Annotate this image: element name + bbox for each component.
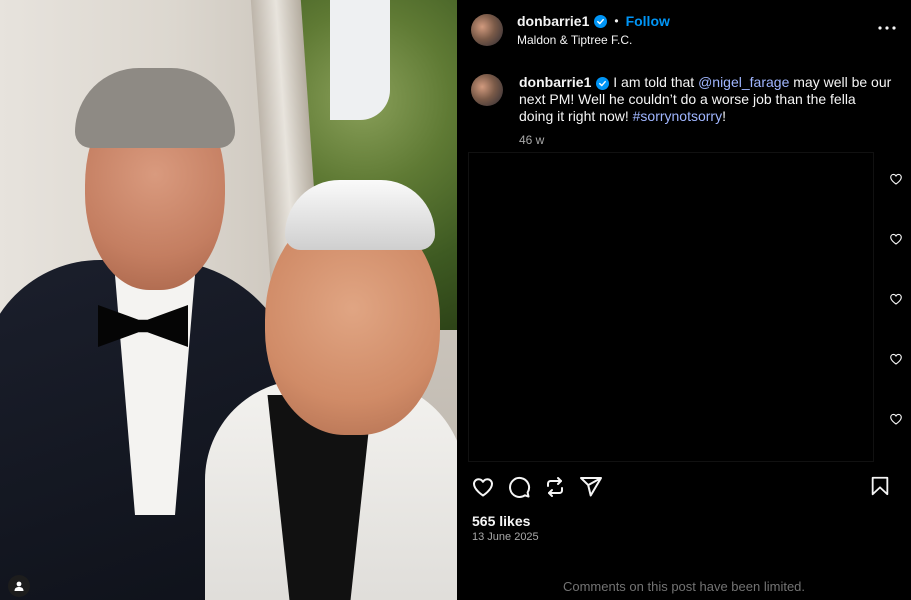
comment-like-column	[889, 172, 905, 472]
heart-icon[interactable]	[471, 475, 495, 499]
post-panel: donbarrie1 • Follow Maldon & Tiptree F.C…	[457, 0, 911, 600]
caption-avatar[interactable]	[471, 74, 503, 106]
post-photo[interactable]	[0, 0, 457, 600]
bookmark-icon[interactable]	[869, 474, 891, 498]
caption-text: donbarrie1 I am told that @nigel_farage …	[519, 74, 893, 125]
username-link[interactable]: donbarrie1	[517, 13, 589, 29]
caption-body: donbarrie1 I am told that @nigel_farage …	[519, 74, 893, 147]
location-link[interactable]: Maldon & Tiptree F.C.	[517, 33, 670, 47]
separator-dot: •	[614, 14, 619, 28]
photo-person-right-hair	[285, 180, 435, 250]
caption-row: donbarrie1 I am told that @nigel_farage …	[471, 74, 901, 147]
caption-text-part: !	[722, 108, 726, 124]
post-header: donbarrie1 • Follow Maldon & Tiptree F.C…	[457, 0, 911, 60]
photo-background-sky	[330, 0, 390, 120]
user-tag-icon[interactable]	[8, 575, 30, 597]
verified-badge-icon	[596, 77, 610, 90]
follow-button[interactable]: Follow	[626, 13, 670, 29]
caption-text-part: I am told that	[609, 74, 699, 90]
comment-like-heart-icon[interactable]	[889, 172, 903, 186]
header-text: donbarrie1 • Follow Maldon & Tiptree F.C…	[517, 13, 670, 47]
likes-count[interactable]: 565 likes	[472, 513, 530, 529]
more-options-icon[interactable]	[877, 18, 897, 38]
caption-username[interactable]: donbarrie1	[519, 74, 591, 90]
share-icon[interactable]	[579, 475, 603, 499]
post-date: 13 June 2025	[472, 531, 539, 543]
hashtag-link[interactable]: #sorrynotsorry	[633, 108, 722, 124]
comment-like-heart-icon[interactable]	[889, 292, 903, 306]
comments-limited-notice: Comments on this post have been limited.	[562, 579, 806, 594]
comment-like-heart-icon[interactable]	[889, 232, 903, 246]
action-bar	[471, 474, 901, 500]
repost-icon[interactable]	[543, 475, 567, 499]
comments-area-empty	[469, 153, 873, 461]
header-line: donbarrie1 • Follow	[517, 13, 670, 29]
comments-area	[468, 152, 874, 462]
comment-like-heart-icon[interactable]	[889, 352, 903, 366]
avatar[interactable]	[471, 14, 503, 46]
post-age[interactable]: 46 w	[519, 133, 893, 147]
comment-icon[interactable]	[507, 475, 531, 499]
verified-badge-icon	[594, 14, 608, 28]
mention-link[interactable]: @nigel_farage	[698, 74, 789, 90]
comment-like-heart-icon[interactable]	[889, 412, 903, 426]
